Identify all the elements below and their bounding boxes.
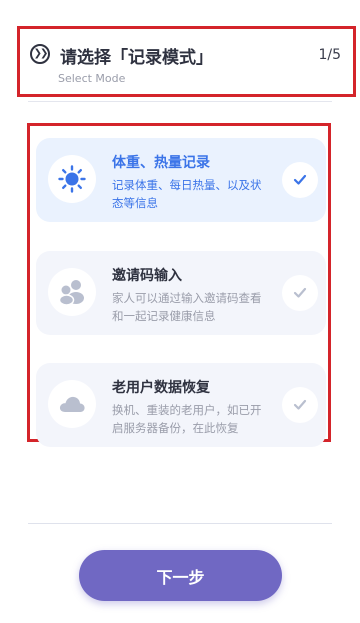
option-invite-code[interactable]: 邀请码输入 家人可以通过输入邀请码查看和一起记录健康信息 — [36, 251, 326, 335]
next-step-button[interactable]: 下一步 — [79, 550, 282, 601]
option-icon-wrap — [48, 268, 96, 316]
option-description: 家人可以通过输入邀请码查看和一起记录健康信息 — [112, 291, 262, 323]
check-icon — [293, 399, 307, 410]
option-data-restore[interactable]: 老用户数据恢复 换机、重装的老用户，如已开启服务器备份，在此恢复 — [36, 363, 326, 447]
option-title: 体重、热量记录 — [112, 155, 210, 171]
option-title: 邀请码输入 — [112, 268, 182, 284]
option-check — [282, 275, 318, 311]
page-title: 请选择「记录模式」 — [60, 48, 213, 68]
step-indicator: 1/5 — [318, 47, 341, 63]
option-weight-calorie[interactable]: 体重、热量记录 记录体重、每日热量、以及状态等信息 — [36, 138, 326, 222]
option-check — [282, 387, 318, 423]
cloud-icon — [59, 396, 85, 412]
family-icon — [58, 280, 84, 306]
option-title: 老用户数据恢复 — [112, 380, 210, 396]
check-icon — [293, 287, 307, 298]
double-chevron-right-icon: ❯❯ — [30, 44, 50, 64]
option-icon-wrap — [48, 155, 96, 203]
sun-icon — [58, 165, 86, 193]
header-divider — [28, 101, 332, 102]
page-subtitle: Select Mode — [58, 72, 126, 85]
check-icon — [293, 174, 307, 185]
mode-header: ❯❯ 请选择「记录模式」 Select Mode 1/5 — [17, 26, 356, 97]
mode-options: 体重、热量记录 记录体重、每日热量、以及状态等信息 邀请码输入 家人可以通过输入… — [27, 123, 331, 447]
option-check — [282, 162, 318, 198]
option-description: 记录体重、每日热量、以及状态等信息 — [112, 178, 262, 210]
bottom-divider — [28, 523, 332, 524]
option-icon-wrap — [48, 380, 96, 428]
option-description: 换机、重装的老用户，如已开启服务器备份，在此恢复 — [112, 403, 262, 435]
